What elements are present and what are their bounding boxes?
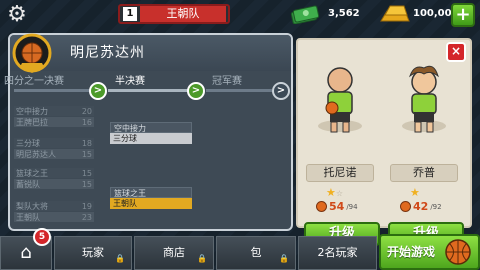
gold-bar-icon bbox=[380, 5, 410, 22]
semifinal-team: 空中接力 bbox=[110, 122, 192, 133]
stage-final-label: 冠军赛 bbox=[212, 76, 242, 87]
lock-icon: 🔒 bbox=[279, 254, 289, 263]
stage-progress-line bbox=[206, 89, 272, 92]
bracket-team: 篮球之王 15 bbox=[14, 168, 94, 179]
notification-badge: 5 bbox=[33, 228, 51, 246]
tab-two-player[interactable]: 2名玩家 bbox=[298, 236, 377, 270]
quarterfinal-match: 篮球之王 15 蓄锐队 15 bbox=[14, 168, 94, 190]
rank-number: 1 bbox=[123, 7, 137, 21]
stage-quarterfinal-label: 四分之一决赛 bbox=[4, 76, 64, 87]
player-stars: ★☆ bbox=[326, 186, 344, 199]
quarterfinal-match: 梨队大将 19 王朝队 23 bbox=[14, 201, 94, 223]
bracket-team: 梨队大将 19 bbox=[14, 201, 94, 212]
team-rank-box: 1 王朝队 bbox=[118, 4, 230, 24]
home-icon: ⌂ bbox=[20, 242, 32, 263]
cash-value: 3,562 bbox=[328, 8, 360, 19]
tournament-badge-icon bbox=[12, 33, 52, 73]
semifinal-match: 空中接力 三分球 bbox=[110, 122, 192, 144]
rank-team-name: 王朝队 bbox=[140, 6, 226, 22]
tournament-title: 明尼苏达州 bbox=[70, 45, 145, 61]
quarterfinal-match: 空中接力 20 王牌巴拉 16 bbox=[14, 106, 94, 128]
semifinal-team-highlight: 王朝队 bbox=[110, 198, 192, 209]
tab-shop[interactable]: 商店 🔒 bbox=[134, 236, 214, 270]
basketball-icon bbox=[316, 201, 327, 212]
bracket-team: 明尼苏达人 15 bbox=[14, 149, 94, 160]
stage-arrow-icon[interactable]: > bbox=[272, 82, 290, 100]
bracket-team: 王牌巴拉 16 bbox=[14, 117, 94, 128]
top-bar: ⚙ 1 王朝队 3,562 100,005 + bbox=[0, 0, 480, 30]
player-name: 托尼诺 bbox=[306, 164, 374, 182]
panel-header bbox=[10, 35, 291, 71]
player-avatar-icon bbox=[318, 67, 362, 133]
player-rating: 54/94 bbox=[316, 200, 358, 213]
stage-arrow-icon[interactable]: > bbox=[187, 82, 205, 100]
quarterfinal-match: 三分球 18 明尼苏达人 15 bbox=[14, 138, 94, 160]
player-avatar-icon bbox=[402, 65, 446, 133]
stage-semifinal-label: 半决赛 bbox=[115, 76, 145, 87]
bracket-team: 蓄锐队 15 bbox=[14, 179, 94, 190]
player-rating: 42/92 bbox=[400, 200, 442, 213]
bracket-team: 空中接力 20 bbox=[14, 106, 94, 117]
lock-icon: 🔒 bbox=[115, 254, 125, 263]
gear-icon[interactable]: ⚙ bbox=[5, 3, 29, 27]
bracket-team: 三分球 18 bbox=[14, 138, 94, 149]
lock-icon: 🔒 bbox=[197, 254, 207, 263]
stage-arrow-icon[interactable]: > bbox=[89, 82, 107, 100]
player-card[interactable]: 托尼诺 ★☆ 54/94 升级 bbox=[300, 60, 380, 246]
player-name: 乔普 bbox=[390, 164, 458, 182]
basketball-icon bbox=[445, 239, 471, 265]
semifinal-team: 篮球之王 bbox=[110, 187, 192, 198]
stage-progress-line bbox=[14, 89, 90, 92]
semifinal-team: 三分球 bbox=[110, 133, 192, 144]
close-button[interactable]: × bbox=[446, 42, 466, 62]
basketball-icon bbox=[400, 201, 411, 212]
cash-icon bbox=[290, 5, 320, 24]
player-stars: ★ bbox=[410, 186, 420, 199]
bracket-team: 王朝队 23 bbox=[14, 212, 94, 223]
stage-progress-line bbox=[108, 89, 188, 92]
player-card[interactable]: 乔普 ★ 42/92 升级 bbox=[384, 60, 464, 246]
add-currency-button[interactable]: + bbox=[451, 3, 475, 27]
tab-players[interactable]: 玩家 🔒 bbox=[54, 236, 132, 270]
semifinal-match: 篮球之王 王朝队 bbox=[110, 187, 192, 209]
tab-bag[interactable]: 包 🔒 bbox=[216, 236, 296, 270]
